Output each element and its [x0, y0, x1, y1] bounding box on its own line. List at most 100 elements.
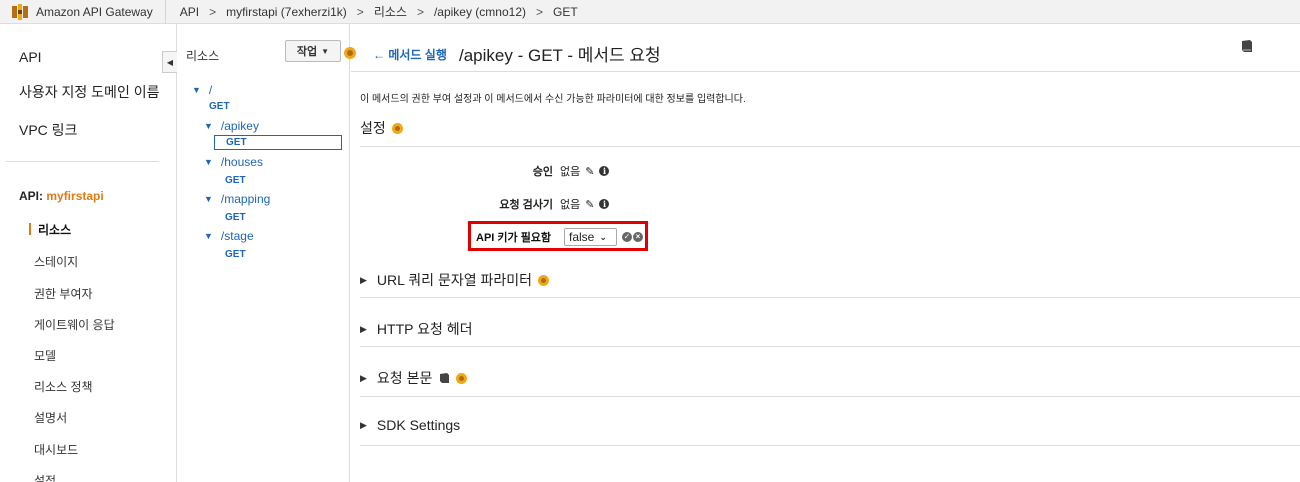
- chevron-down-icon: ⌄: [599, 231, 607, 242]
- api-key-required-selected: false: [569, 230, 595, 244]
- info-icon[interactable]: [456, 372, 468, 384]
- api-key-required-field: API 키가 필요함 false ⌄ ✓ ×: [468, 221, 648, 251]
- request-validator-value: 없음 ✎ i: [560, 196, 610, 212]
- method-header: ← 메서드 실행 /apikey - GET - 메서드 요청: [344, 24, 1300, 72]
- breadcrumb: API > myfirstapi (7exherzi1k) > 리소스 > /a…: [166, 3, 588, 20]
- request-validator-label: 요청 검사기: [499, 199, 553, 211]
- api-section-title: API: myfirstapi: [19, 189, 104, 203]
- nav-sub-item-label: 리소스: [38, 223, 72, 237]
- nav-item-api[interactable]: API: [19, 49, 42, 65]
- section-label: URL 쿼리 문자열 파라미터: [376, 272, 532, 288]
- page-title: /apikey - GET - 메서드 요청: [459, 46, 661, 65]
- nav-sub-item-resource-policy[interactable]: 리소스 정책: [34, 378, 93, 395]
- caret-right-icon: ▶: [360, 419, 367, 430]
- caret-right-icon: ▶: [360, 372, 367, 383]
- pencil-icon[interactable]: ✎: [585, 165, 594, 178]
- info-icon[interactable]: [391, 122, 403, 134]
- method-request-panel: ← 메서드 실행 /apikey - GET - 메서드 요청 이 메서드의 권…: [344, 24, 1300, 482]
- section-label: HTTP 요청 헤더: [376, 321, 473, 337]
- left-navigation: API 사용자 지정 도메인 이름 VPC 링크 API: myfirstapi…: [0, 24, 177, 482]
- tree-node-path: /apikey: [220, 119, 259, 133]
- collapse-nav-button[interactable]: ◀: [162, 51, 177, 73]
- tree-node-apikey[interactable]: ▼ /apikey: [204, 119, 259, 133]
- tree-node-path: /mapping: [220, 192, 271, 206]
- caret-left-icon: ◀: [166, 57, 174, 67]
- request-body-section[interactable]: ▶ 요청 본문: [360, 368, 468, 388]
- tree-node-root[interactable]: ▼ /: [192, 83, 212, 97]
- confirm-check-icon[interactable]: ✓: [622, 232, 632, 242]
- breadcrumb-method: GET: [553, 4, 578, 19]
- service-brand[interactable]: Amazon API Gateway: [0, 0, 166, 24]
- breadcrumb-api-name[interactable]: myfirstapi (7exherzi1k): [226, 5, 347, 19]
- nav-sub-item-stages[interactable]: 스테이지: [34, 253, 78, 270]
- breadcrumb-separator: >: [209, 4, 217, 19]
- settings-title-text: 설정: [360, 120, 386, 136]
- section-divider: [360, 146, 1300, 147]
- request-validator-value-text: 없음: [560, 199, 581, 211]
- breadcrumb-separator: >: [356, 4, 364, 19]
- nav-divider: [6, 161, 159, 162]
- info-circle-icon[interactable]: i: [599, 166, 610, 176]
- top-breadcrumb-bar: Amazon API Gateway API > myfirstapi (7ex…: [0, 0, 1300, 24]
- breadcrumb-resource[interactable]: /apikey (cmno12): [434, 5, 526, 19]
- url-query-params-section[interactable]: ▶ URL 쿼리 문자열 파라미터: [360, 270, 549, 290]
- api-key-required-label: API 키가 필요함: [476, 232, 552, 244]
- tree-method-mapping-get[interactable]: GET: [225, 212, 246, 223]
- authorization-value: 없음 ✎ i: [560, 163, 610, 179]
- resource-tree-panel: 리소스 작업 ▼ ▼ / GET ▼/apikey GET ▼/houses GET…: [178, 24, 350, 482]
- section-divider: [360, 346, 1300, 347]
- api-section-prefix: API:: [19, 189, 47, 203]
- pencil-icon[interactable]: ✎: [585, 198, 594, 211]
- active-indicator: [29, 223, 31, 235]
- tree-method-stage-get[interactable]: GET: [225, 249, 246, 260]
- caret-down-icon[interactable]: ▼: [204, 157, 213, 167]
- caret-down-icon[interactable]: ▼: [204, 194, 213, 204]
- nav-sub-item-authorizers[interactable]: 권한 부여자: [34, 285, 93, 302]
- nav-sub-item-settings[interactable]: 설정: [34, 472, 56, 482]
- tree-node-path: /houses: [220, 155, 263, 169]
- nav-item-custom-domain[interactable]: 사용자 지정 도메인 이름: [19, 82, 159, 102]
- tree-node-mapping[interactable]: ▼ /mapping: [204, 192, 270, 206]
- info-icon[interactable]: [538, 274, 549, 286]
- http-request-headers-section[interactable]: ▶ HTTP 요청 헤더: [360, 319, 473, 339]
- tree-method-root-get[interactable]: GET: [209, 101, 230, 112]
- tree-method-houses-get[interactable]: GET: [225, 175, 246, 186]
- api-key-required-select[interactable]: false ⌄: [564, 228, 617, 246]
- api-section-name[interactable]: myfirstapi: [46, 189, 103, 203]
- breadcrumb-resources[interactable]: 리소스: [374, 3, 407, 20]
- nav-sub-item-models[interactable]: 모델: [34, 347, 56, 364]
- back-to-method-execution-link[interactable]: ← 메서드 실행: [373, 46, 447, 63]
- nav-sub-item-dashboard[interactable]: 대시보드: [34, 441, 78, 458]
- info-circle-icon[interactable]: i: [599, 199, 610, 209]
- caret-right-icon: ▶: [360, 274, 367, 285]
- tree-node-houses[interactable]: ▼ /houses: [204, 155, 263, 169]
- nav-item-vpc-link[interactable]: VPC 링크: [19, 120, 77, 140]
- actions-button[interactable]: 작업 ▼: [285, 40, 341, 62]
- caret-down-icon[interactable]: ▼: [204, 121, 213, 131]
- section-divider: [360, 297, 1300, 298]
- caret-down-icon[interactable]: ▼: [192, 85, 201, 95]
- tree-method-apikey-get[interactable]: GET: [214, 135, 342, 150]
- caret-down-icon[interactable]: ▼: [204, 231, 213, 241]
- tree-node-path: /stage: [220, 229, 254, 243]
- tree-node-stage[interactable]: ▼ /stage: [204, 229, 254, 243]
- resource-tree-title: 리소스: [186, 49, 220, 63]
- documentation-book-icon[interactable]: [1240, 39, 1254, 53]
- nav-sub-item-gateway-responses[interactable]: 게이트웨이 응답: [34, 316, 115, 333]
- breadcrumb-api[interactable]: API: [180, 5, 199, 19]
- section-divider: [360, 396, 1300, 397]
- info-icon[interactable]: [344, 47, 356, 59]
- caret-right-icon: ▶: [360, 323, 367, 334]
- breadcrumb-separator: >: [536, 4, 544, 19]
- caret-down-icon: ▼: [321, 46, 330, 56]
- cancel-x-icon[interactable]: ×: [633, 232, 643, 242]
- nav-sub-item-documentation[interactable]: 설명서: [34, 409, 67, 426]
- actions-button-label: 작업: [296, 46, 318, 58]
- nav-sub-item-resources[interactable]: 리소스: [29, 221, 71, 238]
- section-divider: [360, 445, 1300, 446]
- section-label: 요청 본문: [376, 370, 433, 386]
- authorization-value-text: 없음: [560, 166, 581, 178]
- tree-node-path: /: [208, 83, 213, 97]
- sdk-settings-section[interactable]: ▶ SDK Settings: [360, 417, 460, 433]
- documentation-book-icon[interactable]: [438, 372, 450, 384]
